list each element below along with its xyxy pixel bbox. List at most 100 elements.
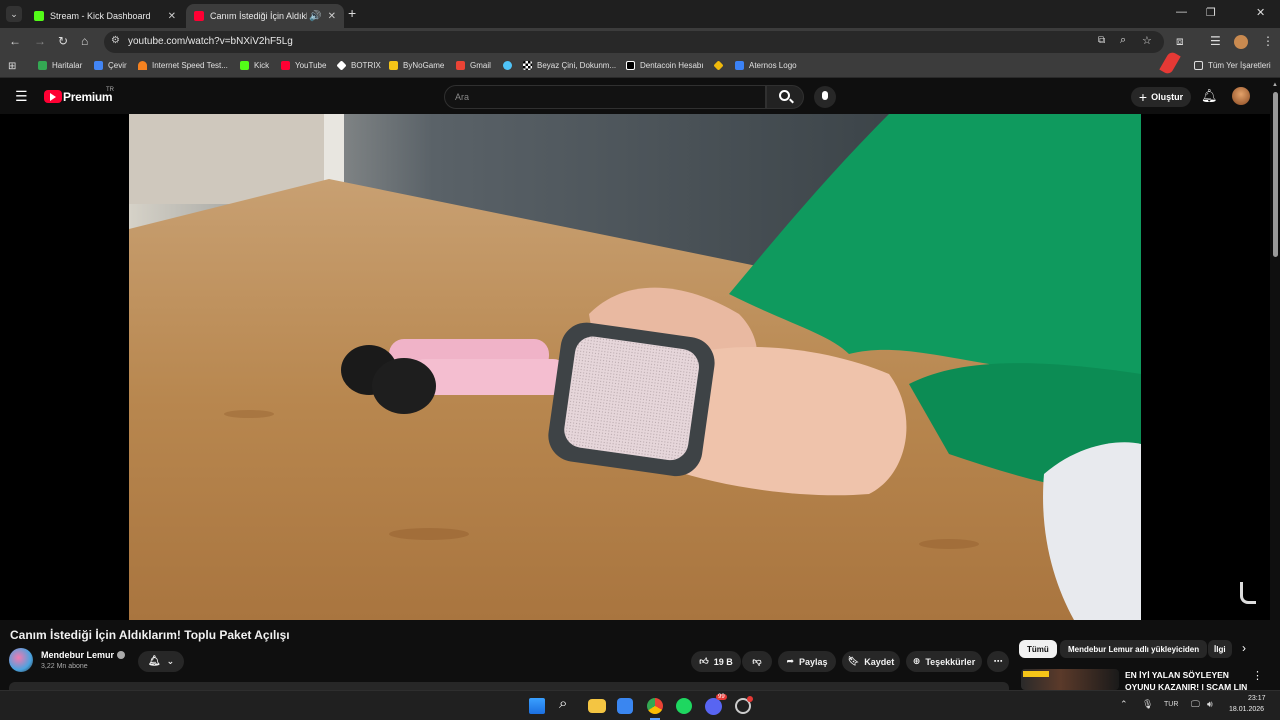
search-input[interactable]: Ara xyxy=(444,85,766,109)
globe-icon xyxy=(503,61,512,70)
tab-search-button[interactable]: ⌄ xyxy=(6,6,22,22)
minimize-button[interactable]: — xyxy=(1176,6,1187,18)
hamburger-menu-icon[interactable]: ☰ xyxy=(15,88,28,105)
microphone-icon xyxy=(822,91,828,100)
chip-channel[interactable]: Mendebur Lemur adlı yükleyiciden xyxy=(1060,640,1208,658)
home-icon[interactable]: ⌂ xyxy=(81,34,88,48)
video-title: Canım İstediği İçin Aldıklarım! Toplu Pa… xyxy=(10,628,290,642)
folder-icon xyxy=(1194,61,1203,70)
bookmark-haritalar[interactable]: Haritalar xyxy=(38,61,82,70)
tray-chevron-up-icon[interactable]: ⌃ xyxy=(1120,699,1128,710)
language-indicator[interactable]: TUR xyxy=(1164,701,1178,708)
bookmark-dentacoin[interactable]: Dentacoin Hesabı xyxy=(626,61,704,70)
recommended-thumbnail[interactable] xyxy=(1021,669,1119,690)
volume-icon[interactable]: 🔊︎ xyxy=(1207,699,1213,710)
voice-search-button[interactable] xyxy=(814,86,836,108)
like-button[interactable]: 👍︎ 19 B xyxy=(691,651,741,672)
install-icon[interactable]: ⧉ xyxy=(1098,35,1105,46)
discord-icon[interactable] xyxy=(705,698,722,715)
recommended-more-icon[interactable]: ⋮ xyxy=(1252,669,1263,682)
site-info-icon[interactable]: ⚙ xyxy=(111,35,120,46)
gmail-icon xyxy=(456,61,465,70)
file-explorer-icon[interactable] xyxy=(588,699,606,713)
bookmark-cevir[interactable]: Çevir xyxy=(94,61,127,70)
notifications-bell-icon[interactable]: 🔔︎ xyxy=(1201,88,1218,104)
close-icon[interactable]: ✕ xyxy=(328,11,336,22)
chip-related[interactable]: İlgi xyxy=(1208,640,1232,658)
search-icon[interactable]: ⌕ xyxy=(559,695,577,713)
url-text[interactable]: youtube.com/watch?v=bNXiV2hF5Lg xyxy=(128,36,293,47)
close-window-button[interactable]: ✕ xyxy=(1256,6,1265,19)
channel-name[interactable]: Mendebur Lemur xyxy=(41,650,114,660)
menu-icon[interactable]: ⋮ xyxy=(1262,34,1274,48)
extensions-icon[interactable]: ⧈ xyxy=(1176,34,1184,49)
back-icon[interactable]: ← xyxy=(9,34,21,48)
profile-avatar[interactable] xyxy=(1234,35,1248,49)
scrollbar-thumb[interactable] xyxy=(1273,92,1278,257)
save-button[interactable]: 🔖︎ Kaydet xyxy=(842,651,900,672)
thanks-button[interactable]: ⊕ Teşekkürler xyxy=(906,651,982,672)
share-button[interactable]: ➦ Paylaş xyxy=(778,651,836,672)
video-player[interactable] xyxy=(0,114,1270,620)
spotify-icon[interactable] xyxy=(676,698,692,714)
microsoft-store-icon[interactable] xyxy=(617,698,633,714)
all-bookmarks[interactable]: Tüm Yer İşaretleri xyxy=(1194,61,1271,70)
chevron-right-icon[interactable]: › xyxy=(1242,641,1246,655)
bookmark-globe[interactable] xyxy=(503,61,517,70)
apps-icon[interactable]: ⊞ xyxy=(8,61,16,72)
all-bookmarks-label: Tüm Yer İşaretleri xyxy=(1208,61,1271,70)
bynogame-icon xyxy=(389,61,398,70)
bookmark-label: Aternos Logo xyxy=(749,61,797,70)
zoom-icon[interactable]: ⌕ xyxy=(1120,34,1126,47)
tab-strip: ⌄ Stream - Kick Dashboard ✕ Canım İstedi… xyxy=(0,0,1280,28)
account-avatar[interactable] xyxy=(1232,87,1250,105)
reload-icon[interactable]: ↻ xyxy=(58,34,68,48)
chrome-icon[interactable] xyxy=(646,697,664,715)
more-actions-button[interactable]: ⋯ xyxy=(987,651,1009,672)
video-frame[interactable] xyxy=(129,114,1141,620)
reading-list-icon[interactable]: ☰ xyxy=(1210,34,1221,48)
chip-all[interactable]: Tümü xyxy=(1019,640,1057,658)
display-icon[interactable]: 🖵︎ xyxy=(1191,699,1200,710)
more-icon: ⋯ xyxy=(993,656,1003,666)
youtube-icon xyxy=(281,61,290,70)
scroll-up-icon[interactable]: ▲ xyxy=(1272,82,1278,88)
bookmark-kick[interactable]: Kick xyxy=(240,61,269,70)
tray-microphone-icon[interactable]: 🎙︎ xyxy=(1142,699,1153,710)
bookmark-bynogame[interactable]: ByNoGame xyxy=(389,61,444,70)
page-scrollbar[interactable]: ▲ xyxy=(1270,80,1280,690)
bookmark-gmail[interactable]: Gmail xyxy=(456,61,491,70)
new-tab-button[interactable]: + xyxy=(348,5,356,21)
video-scene-image xyxy=(129,114,1141,620)
recommended-title-line1[interactable]: EN İYİ YALAN SÖYLEYEN xyxy=(1125,670,1229,680)
botrix-icon xyxy=(336,60,347,71)
bookmark-botrix[interactable]: BOTRIX xyxy=(336,60,381,71)
premium-logo-text: Premium xyxy=(63,90,113,104)
verified-icon xyxy=(117,651,125,659)
clock-time[interactable]: 23:17 xyxy=(1248,695,1266,702)
search-button[interactable] xyxy=(766,85,804,109)
bookmark-binance[interactable] xyxy=(713,60,728,71)
channel-avatar[interactable] xyxy=(9,648,33,672)
clock-date[interactable]: 18.01.2026 xyxy=(1229,706,1264,713)
description-box[interactable] xyxy=(9,682,1009,690)
youtube-icon xyxy=(194,11,204,21)
forward-icon[interactable]: → xyxy=(34,34,46,48)
search-placeholder: Ara xyxy=(455,92,470,102)
subscribe-notification-button[interactable]: 🔔︎ ⌄ xyxy=(138,651,184,672)
bookmark-speedtest[interactable]: Internet Speed Test... xyxy=(138,61,228,70)
dentacoin-icon xyxy=(626,61,635,70)
create-button[interactable]: + Oluştur xyxy=(1131,87,1191,107)
speaker-icon[interactable]: 🔊 xyxy=(309,11,321,22)
close-icon[interactable]: ✕ xyxy=(168,11,176,22)
bookmark-aternos[interactable]: Aternos Logo xyxy=(735,61,797,70)
bookmark-youtube[interactable]: YouTube xyxy=(281,61,326,70)
windows-start-icon[interactable] xyxy=(529,698,545,714)
bookmark-beyaz-cini[interactable]: Beyaz Çini, Dokunm... xyxy=(523,61,616,70)
bookmark-star-icon[interactable]: ☆ xyxy=(1142,34,1152,47)
tab-youtube-video[interactable]: Canım İstediği İçin Aldıklarım 🔊 ✕ xyxy=(186,4,344,28)
tab-kick-dashboard[interactable]: Stream - Kick Dashboard ✕ xyxy=(26,4,184,28)
address-bar[interactable]: ⚙ youtube.com/watch?v=bNXiV2hF5Lg ⧉ ⌕ ☆ xyxy=(104,31,1164,53)
dislike-button[interactable]: 👎︎ xyxy=(742,651,772,672)
restore-button[interactable]: ❐ xyxy=(1206,6,1216,19)
